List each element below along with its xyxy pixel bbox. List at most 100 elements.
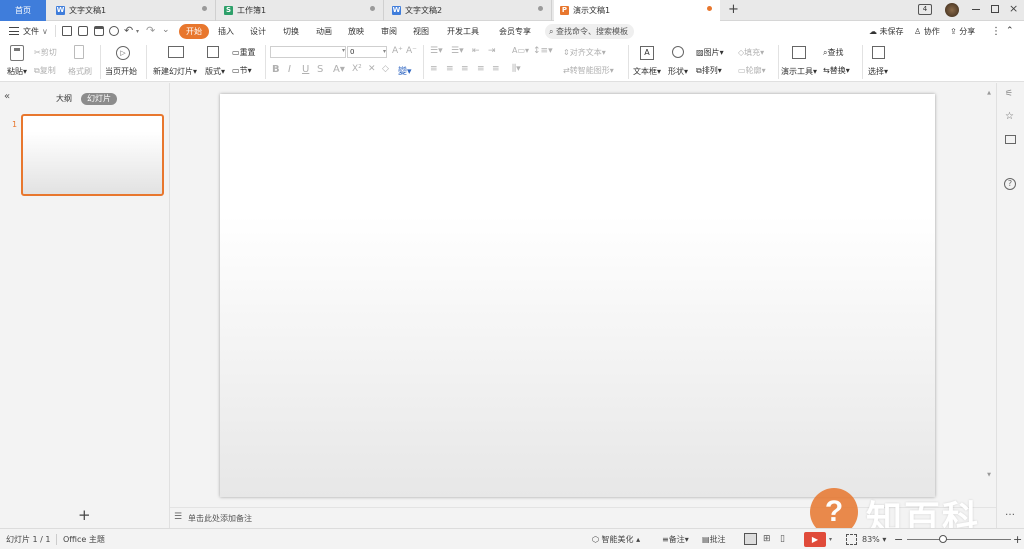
char-spacing-icon[interactable]: 變▾	[398, 64, 412, 77]
save-icon[interactable]	[62, 26, 72, 36]
restore-icon[interactable]	[991, 5, 999, 13]
superscript-icon[interactable]: X²	[352, 64, 362, 74]
notes-toggle-button[interactable]: ≡备注▾	[662, 529, 689, 549]
play-dropdown-icon[interactable]: ▾	[829, 529, 832, 549]
zoom-slider-thumb[interactable]	[939, 535, 947, 543]
presentation-tools-button[interactable]: 演示工具▾	[781, 66, 817, 77]
play-slideshow-button[interactable]: ▶	[804, 532, 826, 547]
align-right-icon[interactable]: ≡	[461, 64, 469, 74]
smart-art-button[interactable]: ⇄转智能图形▾	[563, 65, 614, 76]
close-icon[interactable]: ×	[1009, 2, 1018, 15]
text-effect-icon[interactable]: ◇	[382, 64, 389, 74]
bold-icon[interactable]: B	[272, 64, 280, 75]
paste-icon[interactable]	[10, 45, 24, 61]
fill-button[interactable]: ◇填充▾	[738, 47, 764, 58]
tab-close-dot-icon[interactable]	[370, 6, 375, 11]
paste-button[interactable]: 粘贴▾	[7, 66, 27, 77]
zoom-in-icon[interactable]: +	[1013, 529, 1022, 549]
share-button[interactable]: ⇪ 分享	[950, 21, 975, 42]
copy-button[interactable]: ⧉复制	[34, 65, 56, 76]
file-menu[interactable]: 文件 ∨	[23, 21, 48, 42]
replace-button[interactable]: ⇆替换▾	[823, 65, 850, 76]
outline-tab[interactable]: 大纲	[56, 93, 72, 105]
font-color-icon[interactable]: A▾	[333, 64, 345, 75]
align-text-button[interactable]: ⇕对齐文本▾	[563, 47, 606, 58]
arrange-button[interactable]: ⧉排列▾	[696, 65, 722, 76]
tab-close-dot-icon[interactable]	[202, 6, 207, 11]
italic-icon[interactable]: I	[288, 64, 291, 75]
font-family-select[interactable]: ▾	[270, 46, 346, 58]
panel-settings-icon[interactable]: ⚟	[1005, 89, 1013, 99]
print-icon[interactable]	[94, 26, 104, 36]
add-slide-plus-icon[interactable]: +	[78, 506, 91, 524]
tab-view[interactable]: 视图	[413, 21, 429, 42]
tab-doc1[interactable]: W 文字文稿1	[50, 0, 216, 21]
slides-tab[interactable]: 幻灯片	[81, 93, 117, 105]
font-size-select[interactable]: 0 ▾	[347, 46, 387, 58]
cut-button[interactable]: ✂剪切	[34, 47, 57, 58]
picture-button[interactable]: ▨图片▾	[696, 47, 724, 58]
zoom-slider[interactable]	[907, 539, 1011, 540]
comments-button[interactable]: ▤批注	[702, 529, 726, 549]
zoom-level[interactable]: 83% ▾	[862, 529, 886, 549]
hamburger-icon[interactable]	[9, 27, 19, 35]
format-painter-label[interactable]: 格式刷	[68, 66, 92, 77]
beautify-button[interactable]: ⬡ 智能美化 ▴	[592, 529, 640, 549]
layout-button[interactable]: 版式▾	[205, 66, 225, 77]
collapse-ribbon-icon[interactable]: ⌃	[1006, 21, 1014, 42]
new-tab-plus-icon[interactable]: +	[728, 2, 739, 17]
redo-icon[interactable]: ↷	[146, 24, 155, 37]
shape-button[interactable]: 形状▾	[668, 66, 688, 77]
tab-insert[interactable]: 插入	[218, 21, 234, 42]
tab-animations[interactable]: 动画	[316, 21, 332, 42]
find-button[interactable]: ⌕查找	[823, 47, 843, 58]
more-menu-icon[interactable]: ⋮	[991, 21, 1001, 42]
strikethrough-icon[interactable]: S	[317, 64, 323, 75]
new-slide-button[interactable]: 新建幻灯片▾	[153, 66, 197, 77]
reading-view-icon[interactable]: ▯	[780, 533, 792, 545]
sorter-view-icon[interactable]: ⊞	[763, 533, 775, 545]
textbox-button[interactable]: 文本框▾	[633, 66, 661, 77]
avatar[interactable]	[945, 3, 959, 17]
tab-member[interactable]: 会员专享	[499, 21, 531, 42]
justify-icon[interactable]: ≡	[477, 64, 485, 74]
tab-developer[interactable]: 开发工具	[447, 21, 479, 42]
minimize-icon[interactable]	[972, 9, 980, 10]
new-slide-icon[interactable]	[168, 46, 184, 58]
slide-canvas[interactable]	[220, 94, 935, 497]
tab-close-dot-icon[interactable]	[538, 6, 543, 11]
underline-icon[interactable]: U	[302, 64, 309, 75]
distribute-icon[interactable]: ≡	[492, 64, 500, 74]
tab-design[interactable]: 设计	[250, 21, 266, 42]
tab-presentation1[interactable]: P 演示文稿1	[554, 0, 720, 21]
theme-name[interactable]: Office 主题	[63, 529, 105, 549]
export-icon[interactable]	[78, 26, 88, 36]
grow-font-icon[interactable]: A⁺	[392, 46, 403, 56]
line-spacing-icon[interactable]: ↕≡▾	[533, 46, 553, 56]
unsaved-button[interactable]: ☁ 未保存	[869, 21, 904, 42]
clear-format-icon[interactable]: ✕	[368, 64, 376, 74]
tab-doc2[interactable]: W 文字文稿2	[386, 0, 552, 21]
zoom-out-icon[interactable]: −	[894, 529, 903, 549]
format-painter-icon[interactable]	[74, 45, 84, 59]
collab-button[interactable]: ♙ 协作	[914, 21, 940, 42]
shrink-font-icon[interactable]: A⁻	[406, 46, 417, 56]
animation-star-icon[interactable]: ☆	[1005, 111, 1014, 122]
tab-home-ribbon[interactable]: 开始	[179, 24, 209, 39]
columns-icon[interactable]: ⫼▾	[512, 64, 521, 74]
tab-close-dot-icon[interactable]	[707, 6, 712, 11]
tab-workbook1[interactable]: S 工作簿1	[218, 0, 384, 21]
fit-window-icon[interactable]	[846, 534, 857, 545]
select-button[interactable]: 选择▾	[868, 66, 888, 77]
undo-dropdown-icon[interactable]: ▾	[136, 28, 139, 35]
tab-review[interactable]: 审阅	[381, 21, 397, 42]
tab-slideshow[interactable]: 放映	[348, 21, 364, 42]
increase-indent-icon[interactable]: ⇥	[488, 46, 496, 56]
quick-access-dropdown-icon[interactable]: ⌄	[162, 25, 170, 35]
command-search[interactable]: ⌕ 查找命令、搜索模板	[545, 24, 635, 39]
slide-thumbnail[interactable]	[21, 114, 164, 196]
tab-home[interactable]: 首页	[0, 0, 46, 21]
preview-icon[interactable]	[109, 26, 119, 36]
reset-button[interactable]: ▭重置	[232, 47, 256, 58]
vertical-scrollbar[interactable]: ▲ ▼	[985, 90, 993, 478]
